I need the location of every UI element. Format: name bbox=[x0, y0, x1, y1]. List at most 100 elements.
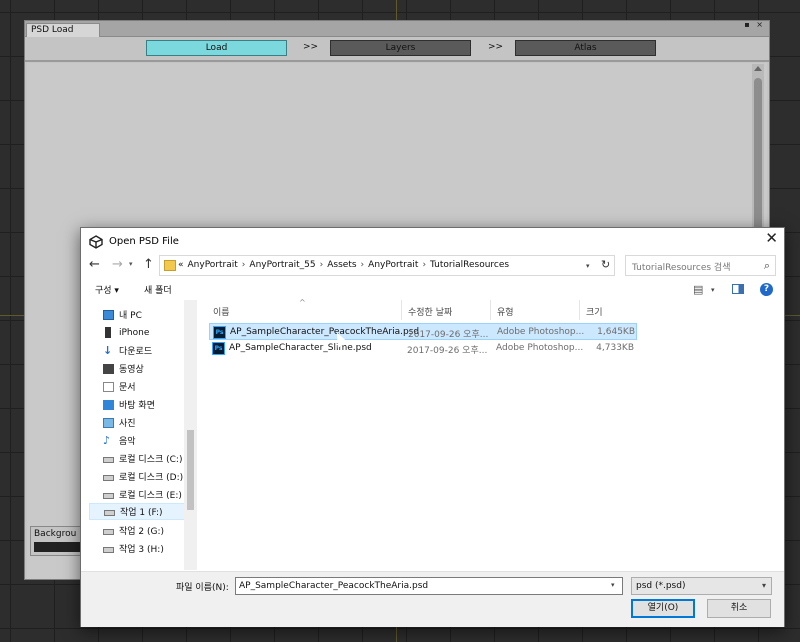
forward-arrow-icon[interactable]: → bbox=[112, 257, 123, 272]
file-row[interactable]: Ps AP_SampleCharacter_Slime.psd 2017-09-… bbox=[209, 340, 637, 357]
close-icon[interactable]: ✕ bbox=[765, 231, 778, 246]
help-icon[interactable]: ? bbox=[760, 283, 773, 296]
view-chevron-down-icon[interactable]: ▾ bbox=[711, 286, 715, 294]
photoshop-file-icon: Ps bbox=[212, 342, 225, 355]
breadcrumb-item[interactable]: AnyPortrait bbox=[188, 260, 238, 270]
address-chevron-down-icon[interactable]: ▾ bbox=[586, 262, 590, 270]
nav-item-documents[interactable]: 문서 bbox=[89, 378, 193, 395]
nav-item-label: 내 PC bbox=[119, 311, 142, 321]
nav-item-label: 로컬 디스크 (D:) bbox=[119, 473, 184, 483]
unity-titlebar: PSD Load ▪ × bbox=[25, 21, 769, 37]
address-bar[interactable]: « AnyPortrait › AnyPortrait_55 › Assets … bbox=[159, 255, 615, 276]
preview-pane-icon[interactable] bbox=[732, 284, 744, 294]
breadcrumb-item[interactable]: AnyPortrait_55 bbox=[249, 260, 315, 270]
phone-icon bbox=[105, 327, 111, 338]
nav-item-label: 바탕 화면 bbox=[119, 401, 155, 411]
breadcrumb-item[interactable]: Assets bbox=[327, 260, 356, 270]
column-divider[interactable] bbox=[579, 300, 580, 320]
photoshop-file-icon: Ps bbox=[213, 326, 226, 339]
column-header-size[interactable]: 크기 bbox=[586, 305, 603, 318]
nav-item-drive-c[interactable]: 로컬 디스크 (C:) bbox=[89, 450, 193, 467]
nav-item-music[interactable]: ♪ 음악 bbox=[89, 432, 193, 449]
nav-item-this-pc[interactable]: 내 PC bbox=[89, 306, 193, 323]
step-load-button[interactable]: Load bbox=[146, 40, 287, 56]
nav-item-drive-h[interactable]: 작업 3 (H:) bbox=[89, 540, 193, 557]
video-icon bbox=[103, 363, 114, 374]
window-controls[interactable]: ▪ × bbox=[744, 21, 765, 29]
step-arrow: >> bbox=[303, 42, 319, 52]
nav-item-drive-e[interactable]: 로컬 디스크 (E:) bbox=[89, 486, 193, 503]
back-arrow-icon[interactable]: ← bbox=[89, 257, 100, 272]
view-options-icon[interactable]: ▤ bbox=[693, 283, 703, 296]
column-divider[interactable] bbox=[490, 300, 491, 320]
nav-item-label: 작업 1 (F:) bbox=[120, 508, 163, 518]
unity-logo-icon bbox=[89, 235, 103, 249]
breadcrumb: « AnyPortrait › AnyPortrait_55 › Assets … bbox=[178, 260, 509, 270]
drive-icon bbox=[104, 509, 115, 516]
dialog-footer: 파일 이름(N): AP_SampleCharacter_PeacockTheA… bbox=[81, 571, 784, 627]
nav-item-videos[interactable]: 동영상 bbox=[89, 360, 193, 377]
pc-icon bbox=[103, 309, 114, 320]
nav-item-drive-f[interactable]: 작업 1 (F:) bbox=[89, 503, 193, 520]
refresh-icon[interactable]: ↻ bbox=[601, 258, 610, 271]
dialog-titlebar: Open PSD File bbox=[89, 235, 689, 251]
cancel-button[interactable]: 취소 bbox=[707, 599, 771, 618]
drive-icon bbox=[103, 456, 114, 463]
download-icon: ↓ bbox=[103, 344, 113, 357]
step-atlas-button[interactable]: Atlas bbox=[515, 40, 656, 56]
nav-item-label: 다운로드 bbox=[119, 347, 153, 357]
file-row[interactable]: Ps AP_SampleCharacter_PeacockTheAria.psd… bbox=[209, 323, 637, 340]
nav-item-iphone[interactable]: iPhone bbox=[89, 324, 193, 341]
music-icon: ♪ bbox=[103, 434, 111, 447]
file-date: 2017-09-26 오후... bbox=[408, 330, 489, 340]
search-input[interactable]: TutorialResources 검색 ⌕ bbox=[625, 255, 776, 276]
file-list-header: 이름 수정한 날짜 유형 크기 bbox=[206, 300, 646, 322]
folder-icon bbox=[164, 260, 176, 271]
recent-locations-chevron-icon[interactable]: ▾ bbox=[129, 260, 133, 268]
breadcrumb-item[interactable]: AnyPortrait bbox=[368, 260, 418, 270]
drive-icon bbox=[103, 546, 114, 553]
background-color-field[interactable] bbox=[34, 542, 84, 552]
scroll-up-arrow-icon[interactable] bbox=[754, 66, 762, 71]
up-arrow-icon[interactable]: ↑ bbox=[143, 257, 154, 272]
filename-chevron-down-icon[interactable]: ▾ bbox=[611, 581, 615, 589]
organize-menu-button[interactable]: 구성 ▾ bbox=[95, 283, 119, 296]
psd-load-tab[interactable]: PSD Load bbox=[26, 23, 100, 37]
nav-item-label: 문서 bbox=[119, 383, 136, 393]
filetype-value: psd (*.psd) bbox=[636, 581, 686, 591]
step-layers-button[interactable]: Layers bbox=[330, 40, 471, 56]
nav-item-label: 작업 3 (H:) bbox=[119, 545, 164, 555]
file-size: 4,733KB bbox=[596, 343, 634, 353]
nav-item-label: 로컬 디스크 (C:) bbox=[119, 455, 183, 465]
file-name: AP_SampleCharacter_PeacockTheAria.psd bbox=[230, 327, 420, 337]
filename-input[interactable]: AP_SampleCharacter_PeacockTheAria.psd bbox=[235, 577, 623, 595]
nav-item-downloads[interactable]: ↓ 다운로드 bbox=[89, 342, 193, 359]
search-icon[interactable]: ⌕ bbox=[764, 259, 770, 273]
column-header-name[interactable]: 이름 bbox=[213, 305, 230, 318]
file-name: AP_SampleCharacter_Slime.psd bbox=[229, 343, 372, 353]
nav-item-pictures[interactable]: 사진 bbox=[89, 414, 193, 431]
drive-icon bbox=[103, 528, 114, 535]
pictures-icon bbox=[103, 417, 114, 428]
open-button[interactable]: 열기(O) bbox=[631, 599, 695, 618]
nav-item-drive-g[interactable]: 작업 2 (G:) bbox=[89, 522, 193, 539]
column-header-date[interactable]: 수정한 날짜 bbox=[408, 305, 452, 318]
breadcrumb-separator-icon: › bbox=[360, 260, 365, 270]
breadcrumb-overflow[interactable]: « bbox=[178, 260, 184, 270]
nav-item-desktop[interactable]: 바탕 화면 bbox=[89, 396, 193, 413]
filetype-select[interactable]: psd (*.psd) ▾ bbox=[631, 577, 772, 595]
unity-divider bbox=[25, 60, 769, 62]
new-folder-button[interactable]: 새 폴더 bbox=[144, 283, 172, 296]
nav-item-label: 음악 bbox=[119, 437, 136, 447]
file-size: 1,645KB bbox=[597, 327, 635, 337]
nav-item-label: iPhone bbox=[119, 327, 150, 338]
breadcrumb-item[interactable]: TutorialResources bbox=[430, 260, 509, 270]
column-divider[interactable] bbox=[401, 300, 402, 320]
navigation-pane: 내 PC iPhone ↓ 다운로드 동영상 문서 바탕 화면 사진 ♪ 음악 로컬… bbox=[81, 300, 197, 570]
column-header-type[interactable]: 유형 bbox=[497, 305, 514, 318]
breadcrumb-separator-icon: › bbox=[241, 260, 246, 270]
nav-pane-scrollbar[interactable] bbox=[184, 300, 197, 570]
filetype-chevron-down-icon[interactable]: ▾ bbox=[762, 578, 766, 594]
nav-pane-scroll-thumb[interactable] bbox=[187, 430, 194, 510]
nav-item-drive-d[interactable]: 로컬 디스크 (D:) bbox=[89, 468, 193, 485]
